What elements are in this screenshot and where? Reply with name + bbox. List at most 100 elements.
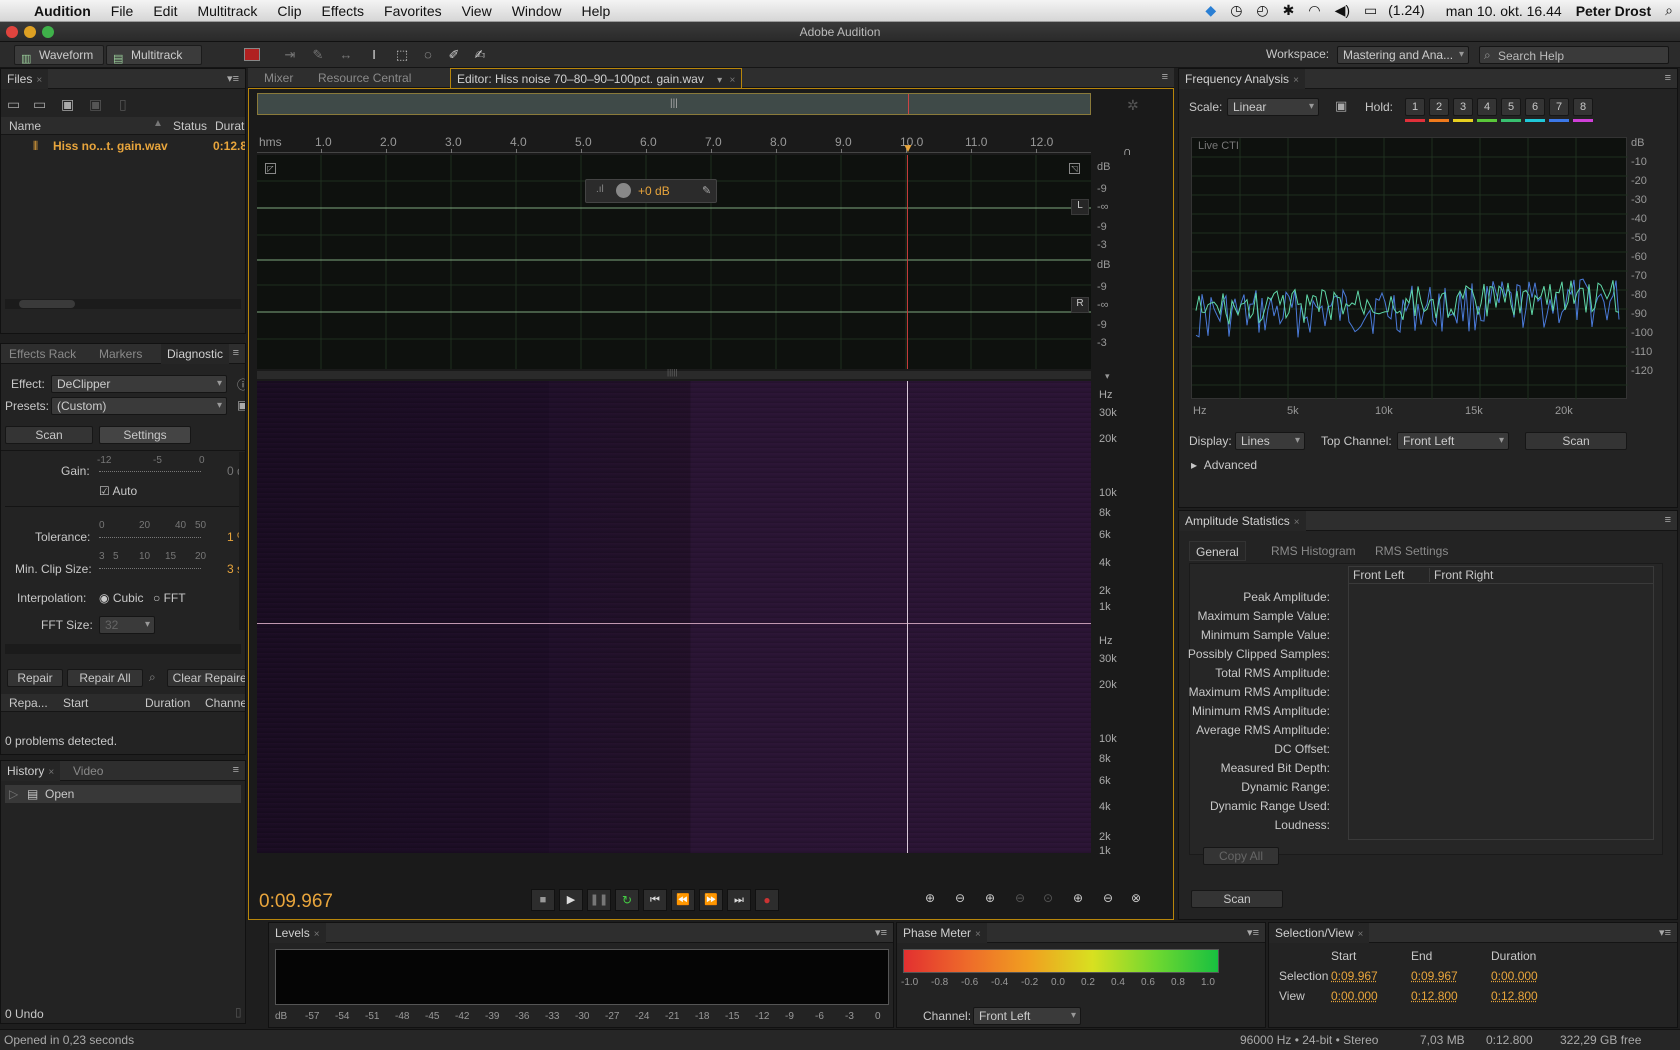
- scan-tab-button[interactable]: Scan: [5, 426, 93, 444]
- panel-menu-icon[interactable]: ▾≡: [1247, 926, 1259, 939]
- fft-size-select[interactable]: 32: [99, 616, 155, 634]
- repair-button[interactable]: Repair: [7, 669, 63, 687]
- tab-resource-central[interactable]: Resource Central: [312, 68, 417, 88]
- open-folder-icon[interactable]: ▭: [7, 96, 20, 113]
- top-channel-select[interactable]: Front Left: [1397, 432, 1509, 450]
- time-ruler[interactable]: hms 1.0 2.0 3.0 4.0 5.0 6.0 7.0 8.0 9.0 10.0 11.0 1…: [257, 131, 1091, 153]
- panel-menu-icon[interactable]: ≡: [233, 764, 239, 776]
- col-name[interactable]: Name: [9, 119, 41, 133]
- fade-out-handle-icon[interactable]: ◹: [1069, 163, 1080, 174]
- tab-selection-view[interactable]: Selection/View ×: [1269, 923, 1370, 943]
- advanced-toggle[interactable]: ▸ Advanced: [1191, 458, 1257, 472]
- zoom-window-button[interactable]: [42, 26, 54, 38]
- zoom-to-icon[interactable]: ⌕: [149, 670, 156, 685]
- hold-button[interactable]: 1: [1405, 98, 1425, 116]
- close-icon[interactable]: ×: [48, 767, 54, 778]
- hold-button[interactable]: 7: [1549, 98, 1569, 116]
- tab-mixer[interactable]: Mixer: [258, 68, 299, 88]
- tab-general[interactable]: General: [1189, 541, 1246, 561]
- tab-markers[interactable]: Markers: [93, 344, 148, 364]
- timemachine-icon[interactable]: ◷: [1223, 2, 1249, 19]
- rewind-icon[interactable]: ⏪: [671, 889, 695, 911]
- tab-frequency-analysis[interactable]: Frequency Analysis ×: [1179, 69, 1305, 89]
- trash-icon[interactable]: ▯: [119, 96, 127, 113]
- hold-button[interactable]: 2: [1429, 98, 1449, 116]
- dropbox-icon[interactable]: ◆: [1198, 2, 1223, 19]
- panel-menu-icon[interactable]: ≡: [1665, 72, 1671, 84]
- trash-icon[interactable]: ▯: [235, 1005, 242, 1019]
- zoom-selection-icon[interactable]: ⊗: [1131, 891, 1141, 905]
- col-duration[interactable]: Duration: [145, 696, 190, 710]
- clock-text[interactable]: man 10. okt. 16.44: [1439, 3, 1569, 19]
- panel-menu-icon[interactable]: ▾≡: [1659, 926, 1671, 939]
- menu-file[interactable]: File: [101, 3, 144, 19]
- settings-scrollbar[interactable]: [239, 452, 245, 630]
- minimize-window-button[interactable]: [24, 26, 36, 38]
- tab-diagnostics[interactable]: Diagnostic: [161, 344, 230, 364]
- interp-cubic-radio[interactable]: ◉ Cubic: [99, 591, 144, 605]
- history-item[interactable]: ▷ ▤ Open: [5, 785, 241, 803]
- frequency-scan-button[interactable]: Scan: [1525, 432, 1627, 450]
- zoom-in-point-icon[interactable]: ⊕: [1073, 891, 1083, 905]
- close-icon[interactable]: ×: [975, 929, 981, 940]
- menu-multitrack[interactable]: Multitrack: [187, 3, 267, 19]
- playhead-marker-icon[interactable]: ▼: [902, 141, 914, 155]
- menu-window[interactable]: Window: [502, 3, 572, 19]
- menu-clip[interactable]: Clip: [267, 3, 311, 19]
- selection-duration[interactable]: 0:00.000: [1491, 969, 1538, 983]
- user-name[interactable]: Peter Drost: [1569, 3, 1658, 19]
- marquee-tool-icon[interactable]: ⬚: [394, 47, 410, 63]
- channel-r-toggle[interactable]: R: [1071, 297, 1089, 313]
- menu-help[interactable]: Help: [572, 3, 621, 19]
- tab-files[interactable]: Files ×: [1, 69, 49, 89]
- record-icon[interactable]: ●: [755, 889, 779, 911]
- settings-hscrollbar[interactable]: [5, 644, 241, 654]
- waveform-display[interactable]: ◸ ◹ .ıl +0 dB ✎: [257, 155, 1091, 369]
- zoom-in-amplitude-icon[interactable]: ⊕: [925, 891, 935, 905]
- copy-all-button[interactable]: Copy All: [1203, 847, 1279, 865]
- volume-icon[interactable]: ◀): [1328, 2, 1357, 19]
- zoom-icon[interactable]: ✲: [1127, 97, 1139, 114]
- tab-rms-settings[interactable]: RMS Settings: [1369, 541, 1454, 561]
- expand-icon[interactable]: ▷: [9, 787, 18, 801]
- files-scroll-thumb[interactable]: [19, 300, 75, 308]
- min-clip-slider[interactable]: [99, 565, 201, 569]
- close-icon[interactable]: ×: [1358, 929, 1364, 940]
- divider-grip-icon[interactable]: |||||: [667, 368, 677, 377]
- zoom-out-point-icon[interactable]: ⊖: [1103, 891, 1113, 905]
- gain-slider[interactable]: [99, 468, 201, 472]
- tab-levels[interactable]: Levels ×: [269, 923, 326, 943]
- presets-select[interactable]: (Custom): [51, 397, 227, 415]
- close-icon[interactable]: ×: [1294, 517, 1300, 528]
- hud-volume-value[interactable]: +0 dB: [638, 184, 670, 198]
- clear-repaired-button[interactable]: Clear Repaired: [167, 669, 245, 687]
- hold-button[interactable]: 8: [1573, 98, 1593, 116]
- go-to-end-icon[interactable]: ⏭: [727, 889, 751, 911]
- tab-amplitude-statistics[interactable]: Amplitude Statistics ×: [1179, 511, 1306, 531]
- move-tool-icon[interactable]: ⇥: [282, 47, 298, 63]
- clipboard-icon[interactable]: ▣: [1335, 98, 1347, 114]
- hold-button[interactable]: 5: [1501, 98, 1521, 116]
- effect-select[interactable]: DeClipper: [51, 375, 227, 393]
- col-start[interactable]: Start: [63, 696, 88, 710]
- panel-menu-icon[interactable]: ▾≡: [875, 926, 887, 939]
- record-toggle-icon[interactable]: [244, 48, 260, 61]
- playhead-line[interactable]: [907, 155, 908, 369]
- close-icon[interactable]: ×: [1293, 75, 1299, 86]
- tab-rms-histogram[interactable]: RMS Histogram: [1265, 541, 1362, 561]
- spot-healing-tool-icon[interactable]: ✍: [472, 47, 488, 63]
- spotlight-icon[interactable]: ⌕: [1658, 2, 1680, 19]
- play-icon[interactable]: ▶: [559, 889, 583, 911]
- phase-channel-select[interactable]: Front Left: [973, 1007, 1081, 1025]
- close-icon[interactable]: ×: [314, 929, 320, 940]
- loop-icon[interactable]: ↻: [615, 889, 639, 911]
- close-icon[interactable]: ×: [36, 75, 42, 86]
- col-duration[interactable]: Duration: [215, 119, 245, 133]
- col-channel[interactable]: Channel: [205, 696, 245, 710]
- volume-knob[interactable]: [616, 183, 631, 198]
- menu-effects[interactable]: Effects: [311, 3, 374, 19]
- fast-forward-icon[interactable]: ⏩: [699, 889, 723, 911]
- panel-menu-icon[interactable]: ≡: [233, 347, 239, 359]
- menu-view[interactable]: View: [452, 3, 502, 19]
- spectrum-plot[interactable]: Live CTI: [1191, 137, 1628, 400]
